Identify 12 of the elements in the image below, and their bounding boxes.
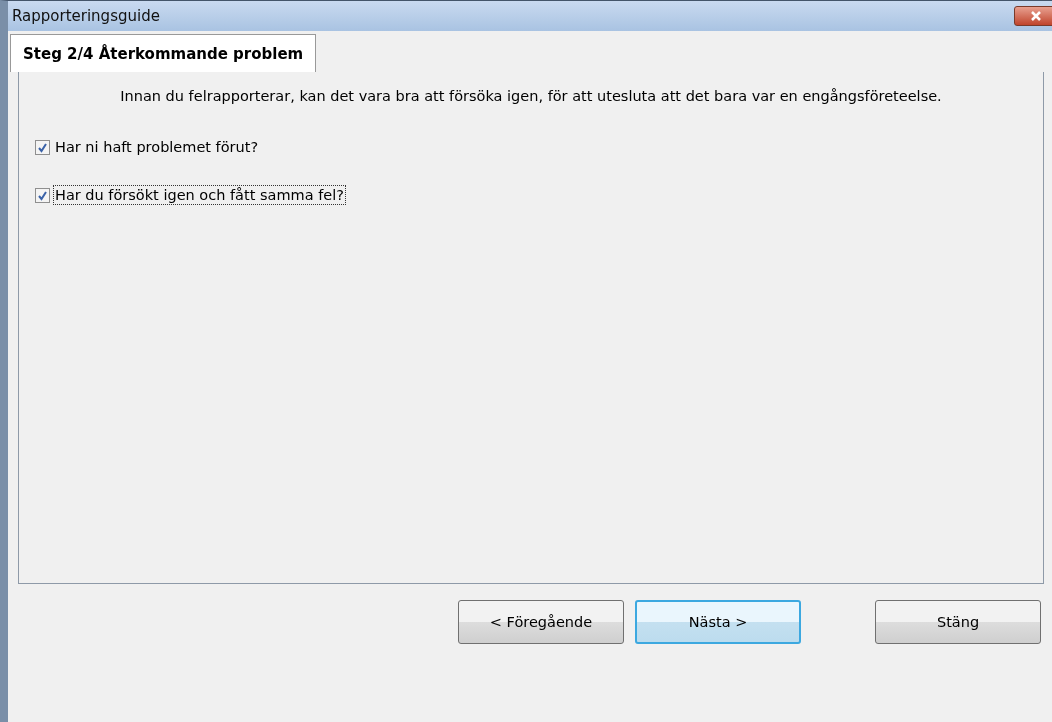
checkbox-label[interactable]: Har du försökt igen och fått samma fel? xyxy=(53,185,346,205)
wizard-button[interactable]: Nästa > xyxy=(635,600,801,644)
checkbox-label[interactable]: Har ni haft problemet förut? xyxy=(53,137,261,157)
close-icon xyxy=(1028,10,1044,22)
window-title: Rapporteringsguide xyxy=(12,7,160,25)
checkbox[interactable] xyxy=(35,139,50,155)
wizard-button[interactable]: Stäng xyxy=(875,600,1041,644)
checkbox[interactable] xyxy=(35,187,50,203)
close-button[interactable] xyxy=(1014,6,1052,26)
wizard-button[interactable]: < Föregående xyxy=(458,600,624,644)
intro-text: Innan du felrapporterar, kan det vara bra att försöka igen, för att utesluta att det bara var en engångsföreteelse. xyxy=(119,87,943,106)
tab[interactable]: Steg 2/4 Återkommande problem xyxy=(10,34,317,72)
